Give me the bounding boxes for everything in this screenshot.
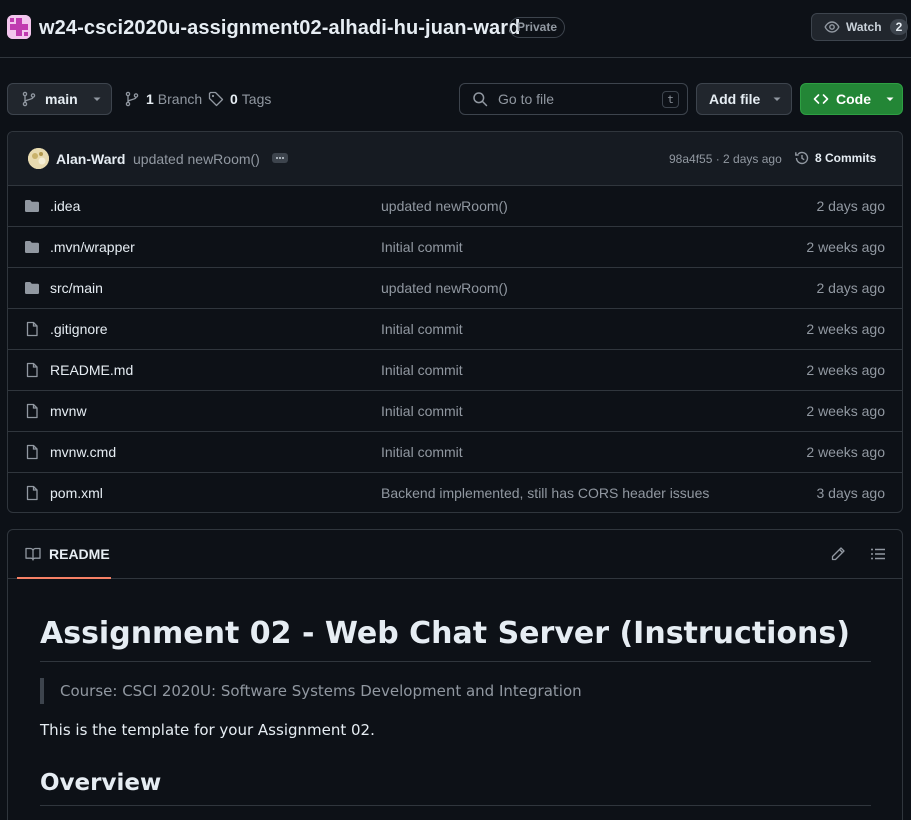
table-row[interactable]: src/main updated newRoom() 2 days ago bbox=[8, 268, 902, 309]
readme-header: README bbox=[8, 530, 902, 579]
table-row[interactable]: README.md Initial commit 2 weeks ago bbox=[8, 350, 902, 391]
commits-history-link[interactable]: 8 Commits bbox=[794, 150, 876, 166]
readme-paragraph: This is the template for your Assignment… bbox=[40, 721, 375, 739]
branch-label: Branch bbox=[157, 91, 203, 107]
file-commit-time: 2 days ago bbox=[816, 198, 886, 214]
file-commit-time: 2 weeks ago bbox=[806, 403, 885, 419]
watch-button[interactable]: Watch 2 bbox=[811, 13, 909, 41]
tab-readme-label: README bbox=[49, 545, 110, 562]
avatar[interactable] bbox=[28, 148, 49, 169]
repo-header: w24-csci2020u-assignment02-alhadi-hu-jua… bbox=[0, 0, 911, 58]
outline-list-icon[interactable] bbox=[870, 546, 886, 562]
file-name-link[interactable]: README.md bbox=[50, 362, 133, 378]
commit-details-toggle[interactable] bbox=[272, 153, 288, 163]
code-icon bbox=[813, 91, 829, 107]
readme-heading: Assignment 02 - Web Chat Server (Instruc… bbox=[40, 617, 871, 662]
eye-icon bbox=[824, 19, 840, 35]
visibility-badge: Private bbox=[509, 17, 566, 38]
tag-count: 0 bbox=[230, 91, 238, 107]
tags-link[interactable]: 0 Tags bbox=[208, 83, 271, 115]
watch-count: 2 bbox=[889, 19, 909, 35]
file-name-link[interactable]: mvnw.cmd bbox=[50, 444, 116, 460]
file-name-link[interactable]: mvnw bbox=[50, 403, 87, 419]
commit-author-link[interactable]: Alan-Ward bbox=[56, 151, 125, 167]
readme-content: Assignment 02 - Web Chat Server (Instruc… bbox=[40, 579, 871, 806]
git-branch-icon bbox=[124, 91, 140, 107]
pencil-icon[interactable] bbox=[830, 546, 846, 562]
readme-panel: README Assignment 02 - Web Chat Server (… bbox=[7, 529, 903, 820]
table-row[interactable]: mvnw Initial commit 2 weeks ago bbox=[8, 391, 902, 432]
folder-icon bbox=[24, 239, 40, 255]
tag-icon bbox=[208, 91, 224, 107]
file-commit-message[interactable]: Initial commit bbox=[381, 239, 463, 255]
branches-link[interactable]: 1 Branch bbox=[124, 83, 202, 115]
add-file-button[interactable]: Add file bbox=[696, 83, 792, 115]
file-commit-message[interactable]: Initial commit bbox=[381, 403, 463, 419]
file-icon bbox=[24, 485, 40, 501]
file-commit-message[interactable]: updated newRoom() bbox=[381, 198, 508, 214]
table-row[interactable]: .mvn/wrapper Initial commit 2 weeks ago bbox=[8, 227, 902, 268]
table-row[interactable]: pom.xml Backend implemented, still has C… bbox=[8, 473, 902, 512]
file-commit-message[interactable]: Initial commit bbox=[381, 321, 463, 337]
latest-commit-bar: Alan-Ward updated newRoom() 98a4f55 · 2 … bbox=[8, 132, 902, 186]
file-name-link[interactable]: .gitignore bbox=[50, 321, 108, 337]
watch-label: Watch bbox=[846, 20, 882, 34]
file-icon bbox=[24, 362, 40, 378]
keyboard-shortcut-hint: t bbox=[662, 91, 679, 108]
repo-owner-avatar[interactable] bbox=[7, 15, 31, 39]
table-row[interactable]: mvnw.cmd Initial commit 2 weeks ago bbox=[8, 432, 902, 473]
file-commit-message[interactable]: updated newRoom() bbox=[381, 280, 508, 296]
readme-blockquote: Course: CSCI 2020U: Software Systems Dev… bbox=[40, 678, 871, 704]
commit-message-link[interactable]: updated newRoom() bbox=[133, 151, 260, 167]
file-table: Alan-Ward updated newRoom() 98a4f55 · 2 … bbox=[7, 131, 903, 513]
search-placeholder: Go to file bbox=[498, 91, 555, 107]
branch-count: 1 bbox=[146, 91, 154, 107]
table-row[interactable]: .idea updated newRoom() 2 days ago bbox=[8, 186, 902, 227]
code-label: Code bbox=[836, 91, 871, 107]
branch-name: main bbox=[45, 91, 78, 107]
book-icon bbox=[25, 546, 41, 562]
tab-readme[interactable]: README bbox=[17, 530, 111, 579]
file-commit-message[interactable]: Backend implemented, still has CORS head… bbox=[381, 485, 709, 501]
file-commit-time: 3 days ago bbox=[816, 485, 886, 501]
file-icon bbox=[24, 403, 40, 419]
go-to-file-input[interactable]: Go to file t bbox=[459, 83, 688, 115]
file-commit-time: 2 weeks ago bbox=[806, 444, 885, 460]
file-commit-time: 2 days ago bbox=[816, 280, 886, 296]
file-name-link[interactable]: .mvn/wrapper bbox=[50, 239, 135, 255]
repo-name-link[interactable]: w24-csci2020u-assignment02-alhadi-hu-jua… bbox=[39, 15, 520, 41]
file-commit-message[interactable]: Initial commit bbox=[381, 362, 463, 378]
file-commit-time: 2 weeks ago bbox=[806, 321, 885, 337]
folder-icon bbox=[24, 280, 40, 296]
file-icon bbox=[24, 321, 40, 337]
git-branch-icon bbox=[21, 91, 37, 107]
file-name-link[interactable]: src/main bbox=[50, 280, 103, 296]
chevron-down-icon bbox=[772, 94, 782, 104]
table-row[interactable]: .gitignore Initial commit 2 weeks ago bbox=[8, 309, 902, 350]
file-commit-time: 2 weeks ago bbox=[806, 362, 885, 378]
search-icon bbox=[472, 91, 488, 107]
commit-sha-time[interactable]: 98a4f55 · 2 days ago bbox=[669, 152, 782, 166]
file-name-link[interactable]: .idea bbox=[50, 198, 80, 214]
file-commit-message[interactable]: Initial commit bbox=[381, 444, 463, 460]
chevron-down-icon bbox=[92, 94, 102, 104]
code-button[interactable]: Code bbox=[800, 83, 903, 115]
file-icon bbox=[24, 444, 40, 460]
history-icon bbox=[794, 150, 810, 166]
folder-icon bbox=[24, 198, 40, 214]
branch-select-button[interactable]: main bbox=[7, 83, 112, 115]
file-name-link[interactable]: pom.xml bbox=[50, 485, 103, 501]
commits-label: 8 Commits bbox=[815, 151, 877, 165]
file-list: .idea updated newRoom() 2 days ago .mvn/… bbox=[8, 186, 902, 512]
readme-subheading: Overview bbox=[40, 769, 871, 806]
tag-label: Tags bbox=[241, 91, 272, 107]
file-commit-time: 2 weeks ago bbox=[806, 239, 885, 255]
add-file-label: Add file bbox=[709, 91, 761, 107]
chevron-down-icon bbox=[885, 94, 895, 104]
